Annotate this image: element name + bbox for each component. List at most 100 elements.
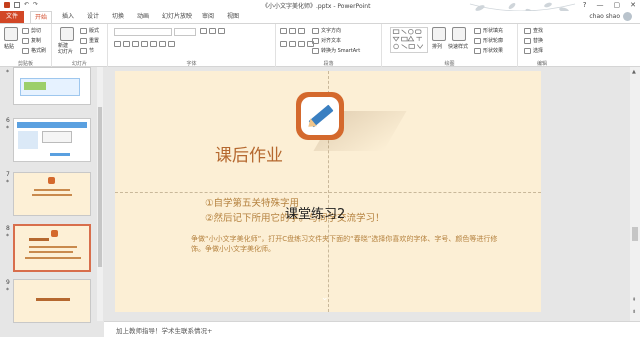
thumb-num-7: 7 bbox=[6, 171, 10, 178]
brush-icon bbox=[22, 47, 29, 54]
shape-fill-button[interactable]: 形状填充 bbox=[474, 27, 503, 34]
find-icon bbox=[524, 27, 531, 34]
thumbnail-scrollbar[interactable] bbox=[97, 67, 103, 321]
thumb-star-5: * bbox=[6, 69, 9, 76]
canvas-scroll-thumb[interactable] bbox=[632, 227, 638, 241]
underline-icon bbox=[132, 41, 139, 47]
canvas-scrollbar[interactable]: ▲ ⇞ ⇟ bbox=[630, 67, 640, 321]
thumb-star-6: * bbox=[6, 125, 9, 132]
close-button[interactable]: ✕ bbox=[630, 1, 636, 9]
minimize-button[interactable]: — bbox=[597, 1, 604, 9]
align-right-icon bbox=[298, 41, 305, 47]
prev-slide-icon[interactable]: ⇞ bbox=[632, 297, 636, 303]
tab-animations[interactable]: 动画 bbox=[133, 11, 153, 23]
slide-thumbnail-8-selected[interactable] bbox=[13, 224, 91, 272]
window-title: 《小小文字美化师》.pptx - PowerPoint bbox=[262, 3, 371, 10]
slide-instruction-paragraph[interactable]: 争做“小小文字美化师”，打开C盘练习文件夹下面的“春晓”选择你喜欢的字体、字号、… bbox=[191, 234, 511, 254]
replace-label: 替换 bbox=[533, 38, 544, 44]
ribbon-tabs: 文件 开始 插入 设计 切换 动画 幻灯片放映 审阅 视图 chao shao bbox=[0, 11, 640, 23]
help-button[interactable]: ? bbox=[583, 1, 587, 9]
redo-icon[interactable]: ↷ bbox=[33, 2, 38, 8]
maximize-button[interactable]: ▢ bbox=[614, 1, 621, 9]
replace-icon bbox=[524, 37, 531, 44]
layout-icon bbox=[80, 27, 87, 34]
slide-title[interactable]: 课后作业 bbox=[215, 141, 283, 166]
overlapping-text-box[interactable]: 课堂练习2 bbox=[285, 203, 345, 222]
thumb-num-9: 9 bbox=[6, 279, 10, 286]
font-size-buttons[interactable] bbox=[200, 28, 225, 34]
arrange-button[interactable]: 排列 bbox=[432, 43, 442, 50]
format-painter-button[interactable]: 格式刷 bbox=[22, 47, 46, 54]
font-style-buttons[interactable] bbox=[114, 41, 175, 47]
grow-font-icon bbox=[200, 28, 207, 34]
reset-icon bbox=[80, 37, 87, 44]
bullets-icon bbox=[280, 28, 287, 34]
next-slide-icon[interactable]: ⇟ bbox=[632, 309, 636, 315]
align-text-label: 对齐文本 bbox=[321, 38, 342, 44]
tab-review[interactable]: 审阅 bbox=[198, 11, 218, 23]
align-center-icon bbox=[289, 41, 296, 47]
tab-slideshow[interactable]: 幻灯片放映 bbox=[158, 11, 196, 23]
thumb-star-7: * bbox=[6, 179, 9, 186]
group-editing: 查找 替换 选择 编辑 bbox=[518, 24, 566, 67]
align-buttons[interactable] bbox=[280, 41, 314, 47]
shapes-gallery[interactable] bbox=[390, 27, 428, 53]
find-button[interactable]: 查找 bbox=[524, 27, 543, 34]
tab-view[interactable]: 视图 bbox=[223, 11, 243, 23]
tab-insert[interactable]: 插入 bbox=[58, 11, 78, 23]
group-label-paragraph: 段落 bbox=[323, 61, 334, 67]
slide-thumbnail-9[interactable] bbox=[13, 279, 91, 323]
thumb-num-8: 8 bbox=[6, 225, 10, 232]
save-icon[interactable] bbox=[14, 2, 20, 8]
paste-button[interactable]: 粘贴 bbox=[4, 43, 14, 50]
font-size-box[interactable] bbox=[174, 28, 196, 36]
group-label-font: 字体 bbox=[186, 61, 197, 67]
shape-effects-button[interactable]: 形状效果 bbox=[474, 47, 503, 54]
slide-thumbnail-6[interactable] bbox=[13, 118, 91, 162]
bold-icon bbox=[114, 41, 121, 47]
thumbnail-scroll-thumb[interactable] bbox=[98, 107, 102, 267]
thumb-star-8: * bbox=[6, 233, 9, 240]
ribbon: 粘贴 剪切 复制 格式刷 剪贴板 新建 幻灯片 版式 重置 节 幻灯片 字体 文… bbox=[0, 23, 640, 67]
list-buttons[interactable] bbox=[280, 28, 305, 34]
slide-thumbnail-7[interactable] bbox=[13, 172, 91, 216]
smartart-button[interactable]: 转换为 SmartArt bbox=[312, 47, 360, 54]
copy-button[interactable]: 复制 bbox=[22, 37, 41, 44]
tab-home[interactable]: 开始 bbox=[30, 11, 53, 23]
group-label-drawing: 绘图 bbox=[444, 61, 455, 67]
new-slide-button[interactable]: 新建 幻灯片 bbox=[58, 43, 73, 55]
indent-icon bbox=[298, 28, 305, 34]
font-name-box[interactable] bbox=[114, 28, 172, 36]
cut-button[interactable]: 剪切 bbox=[22, 27, 41, 34]
group-clipboard: 粘贴 剪切 复制 格式刷 剪贴板 bbox=[0, 24, 52, 67]
tab-file[interactable]: 文件 bbox=[0, 11, 24, 23]
slide-thumbnail-5[interactable] bbox=[13, 67, 91, 105]
reset-button[interactable]: 重置 bbox=[80, 37, 99, 44]
smartart-label: 转换为 SmartArt bbox=[321, 48, 361, 54]
user-account[interactable]: chao shao bbox=[589, 12, 632, 21]
undo-icon[interactable]: ↶ bbox=[24, 2, 29, 8]
section-button[interactable]: 节 bbox=[80, 47, 94, 54]
italic-icon bbox=[123, 41, 130, 47]
section-label: 节 bbox=[89, 48, 95, 54]
scroll-up-icon[interactable]: ▲ bbox=[632, 69, 636, 75]
text-direction-button[interactable]: 文字方向 bbox=[312, 27, 341, 34]
powerpoint-logo-icon bbox=[4, 2, 10, 8]
tab-design[interactable]: 设计 bbox=[83, 11, 103, 23]
format-painter-label: 格式刷 bbox=[31, 48, 47, 54]
chevron-down-icon: ⌄ bbox=[321, 293, 329, 303]
notes-text[interactable]: 加上教师指导！学术生联系情况+ bbox=[116, 325, 212, 335]
replace-button[interactable]: 替换 bbox=[524, 37, 543, 44]
align-text-button[interactable]: 对齐文本 bbox=[312, 37, 341, 44]
quick-styles-button[interactable]: 快速样式 bbox=[448, 43, 468, 50]
layout-button[interactable]: 版式 bbox=[80, 27, 99, 34]
slide[interactable]: 课后作业 ①自学第五关特殊字用 ②然后记下所用它的字。与同学交流学习！ 课堂练习… bbox=[115, 71, 541, 312]
quick-styles-icon bbox=[452, 27, 466, 41]
select-button[interactable]: 选择 bbox=[524, 47, 543, 54]
strikethrough-icon bbox=[141, 41, 148, 47]
tab-transitions[interactable]: 切换 bbox=[108, 11, 128, 23]
notes-pane[interactable]: 加上教师指导！学术生联系情况+ bbox=[104, 321, 640, 337]
shape-outline-button[interactable]: 形状轮廓 bbox=[474, 37, 503, 44]
group-label-editing: 编辑 bbox=[536, 61, 547, 67]
group-label-slides: 幻灯片 bbox=[71, 61, 87, 67]
